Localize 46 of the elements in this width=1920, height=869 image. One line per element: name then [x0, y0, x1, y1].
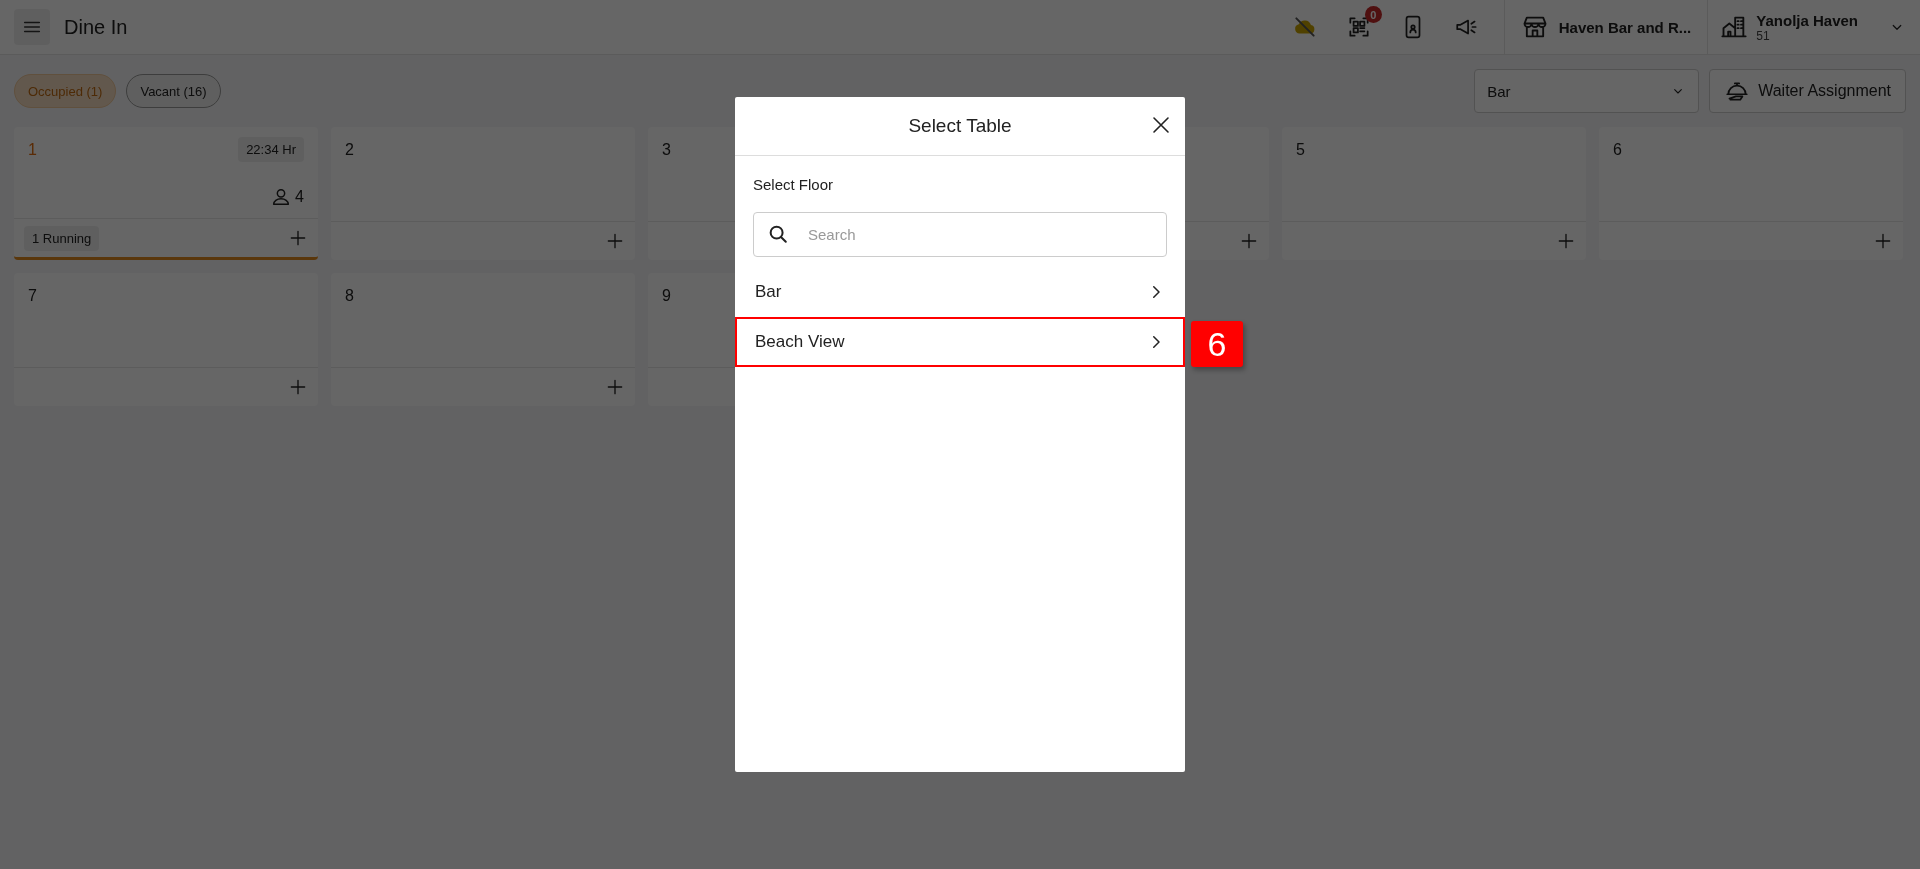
- table-number: 1: [28, 141, 37, 159]
- outlet-selector[interactable]: Haven Bar and R...: [1504, 0, 1708, 54]
- dialog-title: Select Table: [908, 115, 1012, 137]
- notification-badge: 0: [1364, 6, 1382, 23]
- floor-item[interactable]: Bar: [735, 267, 1185, 317]
- plus-icon: [288, 377, 308, 397]
- table-number: 7: [28, 287, 37, 305]
- search-field[interactable]: Search: [753, 212, 1167, 257]
- order-status: 1 Running: [24, 225, 100, 251]
- plus-icon: [288, 228, 308, 248]
- table-card[interactable]: 2: [331, 127, 635, 260]
- table-card[interactable]: 6: [1599, 127, 1903, 260]
- menu-button[interactable]: [14, 9, 50, 45]
- table-card[interactable]: 8: [331, 273, 635, 406]
- page-title: Dine In: [64, 15, 128, 39]
- add-button[interactable]: [1873, 231, 1893, 251]
- plus-icon: [605, 231, 625, 251]
- field-label: Select Floor: [753, 176, 834, 193]
- table-number: 3: [662, 141, 671, 159]
- add-button[interactable]: [1239, 231, 1259, 251]
- elapsed-time: 22:34 Hr: [238, 137, 304, 162]
- step-marker: 6: [1191, 321, 1243, 367]
- table-number: 9: [662, 287, 671, 305]
- plus-icon: [1239, 231, 1259, 251]
- table-card[interactable]: 1 22:34 Hr 4 1 Running: [14, 127, 318, 260]
- filter-chip[interactable]: Vacant (16): [126, 74, 221, 108]
- plus-icon: [1556, 231, 1576, 251]
- table-number: 2: [345, 141, 354, 159]
- plus-icon: [1873, 231, 1893, 251]
- plus-icon: [605, 377, 625, 397]
- table-card[interactable]: 7: [14, 273, 318, 406]
- table-number: 8: [345, 287, 354, 305]
- floor-dropdown[interactable]: Bar: [1474, 69, 1700, 113]
- add-button[interactable]: [605, 377, 625, 397]
- add-button[interactable]: [605, 231, 625, 251]
- account-selector[interactable]: Yanolja Haven 51: [1708, 0, 1920, 54]
- guest-count: 4: [295, 188, 304, 206]
- add-button[interactable]: [288, 377, 308, 397]
- filter-chip[interactable]: Occupied (1): [14, 74, 117, 108]
- table-number: 6: [1613, 141, 1622, 159]
- table-card[interactable]: 5: [1282, 127, 1586, 260]
- waiter-assignment-button[interactable]: Waiter Assignment: [1709, 69, 1906, 113]
- add-button[interactable]: [1556, 231, 1576, 251]
- add-button[interactable]: [288, 228, 308, 248]
- search-icon: [767, 223, 789, 245]
- table-number: 5: [1296, 141, 1305, 159]
